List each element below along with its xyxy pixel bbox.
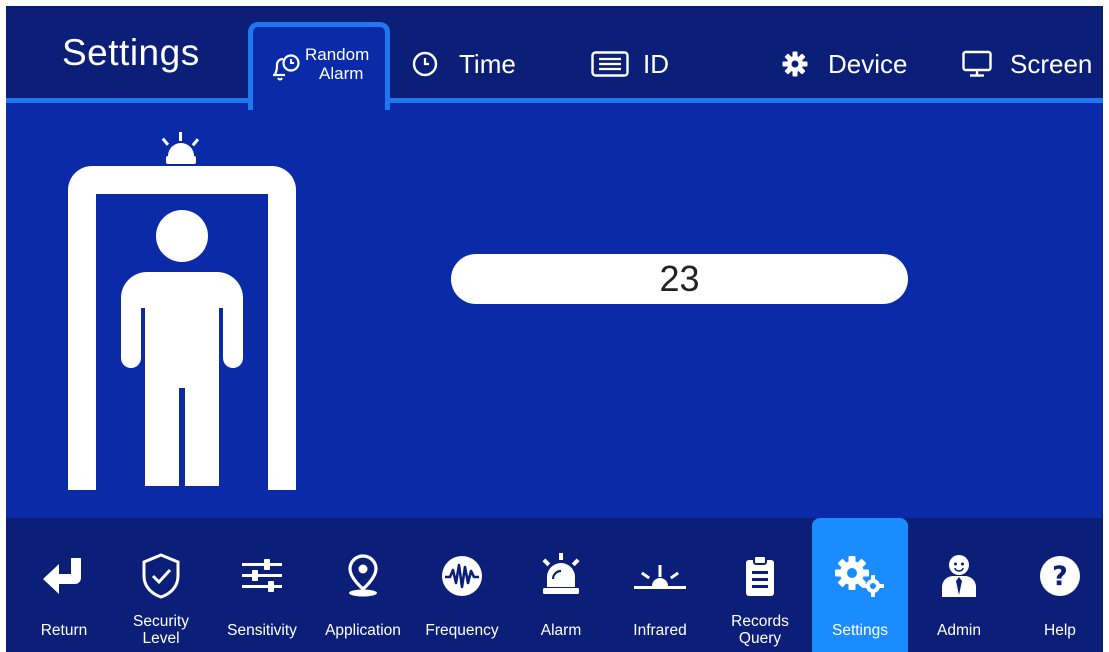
gear-icon (782, 51, 808, 77)
return-arrow-icon (43, 558, 81, 594)
tab-device-label: Device (828, 48, 908, 79)
app-frame: Settings Time ID Device Screen Random Al… (6, 6, 1103, 652)
monitor-icon (962, 50, 992, 77)
nav-admin-label: Admin (937, 621, 981, 639)
random-alarm-value-field[interactable] (451, 254, 908, 304)
clock-icon (412, 51, 438, 77)
bottom-nav: Return Security Level Sensitivity Applic… (6, 518, 1103, 652)
clipboard-icon (746, 555, 774, 596)
tab-id-label: ID (643, 48, 669, 79)
tab-screen-label: Screen (1010, 48, 1093, 79)
nav-infrared[interactable]: Infrared (612, 518, 708, 652)
tab-id[interactable]: ID (591, 46, 669, 82)
nav-sensitivity[interactable]: Sensitivity (214, 518, 310, 652)
nav-settings[interactable]: Settings (812, 518, 908, 652)
header-bar: Settings Time ID Device Screen (6, 6, 1103, 98)
tab-time-label: Time (459, 48, 516, 79)
id-list-icon (591, 51, 629, 77)
walk-through-gate-icon (68, 132, 296, 490)
nav-settings-label: Settings (831, 621, 888, 639)
nav-alarm-label: Alarm (540, 621, 582, 639)
location-pin-icon (348, 554, 378, 597)
tab-time[interactable]: Time (411, 46, 516, 82)
tab-random-alarm-label-line2: Alarm (319, 64, 364, 83)
page-title: Settings (62, 32, 200, 73)
nav-records-query[interactable]: Records Query (712, 518, 808, 652)
gears-icon (835, 556, 884, 597)
tab-random-alarm-label-line1: Random (305, 45, 370, 64)
sliders-icon (242, 559, 282, 592)
nav-alarm[interactable]: Alarm (513, 518, 609, 652)
header-divider (6, 98, 1103, 103)
nav-return-label: Return (40, 621, 88, 639)
nav-application-label: Application (325, 621, 401, 639)
nav-sensitivity-label: Sensitivity (227, 621, 297, 639)
tab-device[interactable]: Device (782, 46, 907, 82)
siren-icon (542, 553, 580, 594)
nav-application[interactable]: Application (315, 518, 411, 652)
shield-check-icon (142, 553, 180, 599)
nav-frequency-label: Frequency (425, 621, 499, 639)
nav-help[interactable]: ? Help (1012, 518, 1103, 652)
nav-infrared-label: Infrared (633, 621, 687, 639)
nav-admin[interactable]: Admin (911, 518, 1007, 652)
tab-random-alarm[interactable]: Random Alarm (248, 22, 390, 110)
alarm-clock-icon (273, 54, 300, 81)
tab-screen[interactable]: Screen (962, 46, 1092, 82)
infrared-icon (634, 565, 686, 589)
nav-return[interactable]: Return (16, 518, 112, 652)
help-icon: ? (1040, 556, 1080, 596)
admin-person-icon (942, 555, 976, 597)
nav-security-level[interactable]: Security Level (113, 518, 209, 652)
svg-text:?: ? (1052, 561, 1068, 592)
nav-security-level-label: Security Level (133, 613, 189, 647)
waveform-icon (442, 556, 482, 596)
nav-records-query-label: Records Query (731, 613, 789, 647)
nav-help-label: Help (1044, 621, 1076, 639)
nav-frequency[interactable]: Frequency (414, 518, 510, 652)
